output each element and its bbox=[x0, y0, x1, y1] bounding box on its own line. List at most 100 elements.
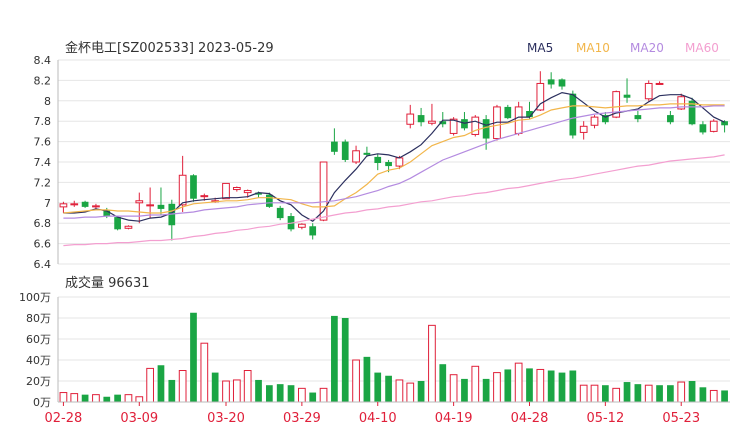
volume-bar bbox=[222, 380, 230, 403]
volume-tick-label: 100万 bbox=[19, 291, 51, 304]
volume-tick-label: 60万 bbox=[26, 333, 51, 346]
candle bbox=[232, 186, 241, 192]
legend-ma60: MA60 bbox=[685, 41, 719, 55]
volume-bar bbox=[157, 365, 165, 402]
candle bbox=[157, 187, 165, 216]
volume-bar bbox=[493, 372, 501, 403]
volume-bar bbox=[721, 390, 728, 402]
legend-ma20: MA20 bbox=[630, 41, 664, 55]
volume-bar bbox=[644, 384, 653, 403]
price-tick-label: 6.4 bbox=[34, 258, 52, 271]
volume-bar bbox=[428, 324, 436, 403]
candle bbox=[688, 97, 696, 126]
candle bbox=[81, 200, 89, 208]
candle bbox=[276, 205, 284, 221]
volume-bar bbox=[341, 318, 349, 402]
volume-bar bbox=[461, 378, 468, 402]
volume-bar bbox=[395, 379, 404, 403]
legend-ma5: MA5 bbox=[527, 41, 553, 55]
volume-tick-label: 20万 bbox=[26, 375, 51, 388]
volume-bar bbox=[677, 381, 686, 403]
candle bbox=[558, 78, 566, 90]
candle bbox=[331, 128, 338, 155]
volume-bar bbox=[59, 392, 68, 403]
date-tick-label: 03-09 bbox=[120, 411, 158, 426]
candle bbox=[709, 119, 718, 133]
candle bbox=[92, 203, 100, 209]
candle bbox=[298, 223, 306, 230]
candle bbox=[601, 112, 609, 125]
volume-bar bbox=[612, 387, 621, 403]
volume-bar bbox=[417, 381, 425, 402]
candle bbox=[135, 192, 144, 224]
volume-bar bbox=[298, 387, 306, 403]
candle bbox=[341, 139, 349, 162]
volume-panel: 100万 80万 60万 40万 20万 0万 bbox=[19, 291, 730, 409]
price-tick-label: 7.6 bbox=[34, 136, 52, 149]
price-tick-label: 8 bbox=[44, 95, 51, 108]
volume-bar bbox=[92, 394, 100, 403]
volume-bar bbox=[265, 385, 273, 402]
volume-bar bbox=[352, 359, 360, 403]
volume-bar bbox=[309, 392, 317, 402]
price-tick-label: 6.6 bbox=[34, 238, 52, 251]
volume-bar bbox=[656, 385, 663, 402]
volume-bar bbox=[709, 389, 718, 403]
volume-bar bbox=[471, 365, 480, 403]
volume-bar bbox=[287, 385, 295, 402]
volume-bar bbox=[374, 372, 382, 402]
candle bbox=[417, 107, 425, 127]
volume-bar bbox=[211, 372, 219, 402]
volume-bar bbox=[168, 379, 176, 402]
date-tick-label: 03-20 bbox=[207, 411, 245, 426]
volume-bar bbox=[449, 374, 458, 403]
volume-bar bbox=[579, 384, 588, 403]
volume-bar bbox=[385, 375, 392, 402]
candle bbox=[579, 121, 588, 140]
volume-bar bbox=[70, 393, 79, 403]
volume-tick-label: 40万 bbox=[26, 354, 51, 367]
volume-bar bbox=[200, 342, 209, 403]
volume-bar bbox=[667, 385, 674, 402]
candle bbox=[699, 121, 707, 135]
volume-title: 成交量 96631 bbox=[65, 275, 150, 291]
volume-bar bbox=[547, 370, 555, 402]
candle bbox=[634, 111, 642, 123]
candle bbox=[59, 201, 68, 213]
price-tick-label: 7.4 bbox=[34, 156, 52, 169]
candle bbox=[374, 153, 382, 171]
date-tick-label: 05-23 bbox=[662, 411, 700, 426]
ma-line-ma60 bbox=[63, 154, 725, 247]
price-tick-label: 7.2 bbox=[34, 176, 52, 189]
volume-bar bbox=[439, 364, 447, 402]
candle bbox=[536, 71, 545, 111]
volume-bar bbox=[135, 396, 144, 403]
volume-bar bbox=[601, 385, 609, 402]
candle bbox=[428, 103, 436, 126]
candle bbox=[623, 78, 631, 103]
date-tick-label: 05-12 bbox=[586, 411, 624, 426]
candle bbox=[319, 161, 328, 222]
ma-line-ma10 bbox=[63, 103, 725, 214]
date-tick-label: 02-28 bbox=[45, 411, 83, 426]
candle bbox=[190, 174, 197, 202]
volume-bar bbox=[569, 370, 577, 402]
volume-bar bbox=[699, 387, 707, 402]
candle bbox=[667, 111, 674, 125]
volume-bar bbox=[255, 379, 262, 402]
candle bbox=[471, 115, 480, 137]
candle bbox=[504, 104, 512, 120]
date-tick-label: 04-19 bbox=[435, 411, 473, 426]
legend-ma10: MA10 bbox=[576, 41, 610, 55]
candle bbox=[222, 182, 230, 200]
candle bbox=[352, 145, 360, 165]
volume-bar bbox=[124, 394, 133, 403]
volume-bar bbox=[514, 362, 523, 403]
candle bbox=[547, 72, 555, 89]
price-tick-label: 8.2 bbox=[34, 74, 52, 87]
volume-bar bbox=[232, 379, 241, 403]
volume-bar bbox=[146, 367, 154, 403]
price-tick-label: 7 bbox=[44, 197, 51, 210]
candle bbox=[70, 200, 79, 207]
volume-bar bbox=[558, 372, 566, 402]
